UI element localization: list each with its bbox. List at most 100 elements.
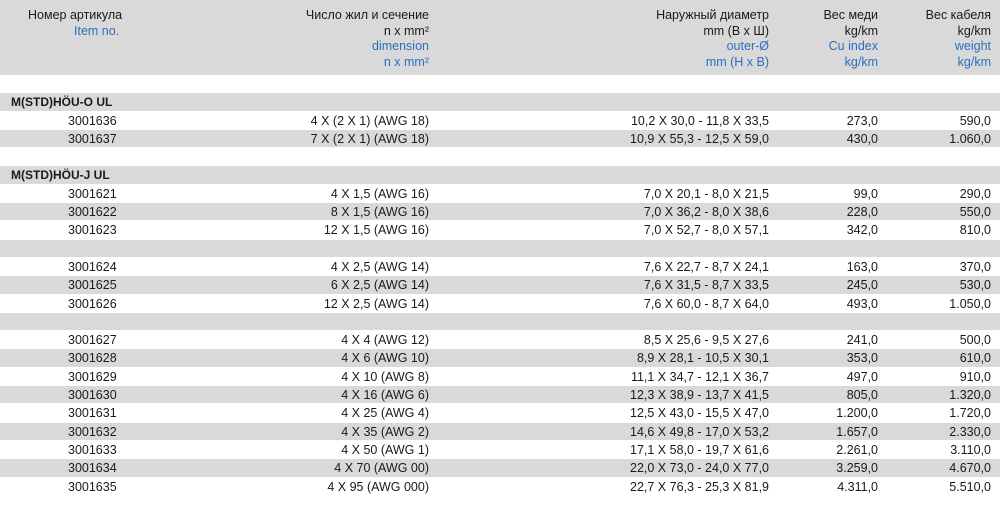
header-dimension: Число жил и сечение n x mm² dimension n …	[306, 8, 429, 70]
cu-index-cell: 3.259,0	[836, 461, 878, 476]
weight-cell: 500,0	[959, 333, 991, 348]
outer-diameter-cell: 10,2 X 30,0 - 11,8 X 33,5	[630, 113, 769, 128]
header-cu-en: Cu index	[828, 39, 878, 53]
dimension-cell: 4 X 35 (AWG 2)	[341, 424, 429, 439]
cu-index-cell: 273,0	[846, 113, 878, 128]
header-od-ru-unit: mm (В х Ш)	[703, 23, 769, 38]
cu-index-cell: 228,0	[846, 205, 878, 220]
header-wt-ru-unit: kg/km	[957, 23, 991, 38]
cu-index-cell: 430,0	[846, 131, 878, 146]
cu-index-cell: 163,0	[846, 259, 878, 274]
table-row: 3001629 4 X 10 (AWG 8) 11,1 X 34,7 - 12,1 …	[0, 367, 1000, 387]
outer-diameter-cell: 7,6 X 31,5 - 8,7 X 33,5	[643, 278, 769, 293]
dimension-cell: 4 X 1,5 (AWG 16)	[330, 186, 429, 201]
table-body: M(STD)HÖU-O UL 3001636 4 X (2 X 1) (AWG 18…	[0, 75, 1000, 496]
dimension-cell: 4 X 6 (AWG 10)	[341, 351, 429, 366]
item-no-cell: 3001637	[68, 131, 117, 146]
outer-diameter-cell: 14,6 X 49,8 - 17,0 X 53,2	[630, 424, 769, 439]
header-dimension-en: dimension	[372, 39, 429, 53]
weight-cell: 810,0	[959, 223, 991, 238]
outer-diameter-cell: 8,5 X 25,6 - 9,5 X 27,6	[643, 333, 769, 348]
cu-index-cell: 245,0	[846, 278, 878, 293]
dimension-cell: 12 X 2,5 (AWG 14)	[323, 296, 429, 311]
outer-diameter-cell: 7,0 X 36,2 - 8,0 X 38,6	[643, 205, 769, 220]
item-no-cell: 3001634	[68, 461, 117, 476]
item-no-cell: 3001627	[68, 333, 117, 348]
dimension-cell: 12 X 1,5 (AWG 16)	[323, 223, 429, 238]
table-row: 3001637 7 X (2 X 1) (AWG 18) 10,9 X 55,3 -…	[0, 129, 1000, 149]
weight-cell: 610,0	[959, 351, 991, 366]
dimension-cell: 4 X 4 (AWG 12)	[341, 333, 429, 348]
spacer-row	[0, 148, 1000, 167]
item-no-cell: 3001631	[68, 406, 117, 421]
weight-cell: 590,0	[959, 113, 991, 128]
header-od-en-unit: mm (H x B)	[705, 54, 769, 69]
cu-index-cell: 1.657,0	[836, 424, 878, 439]
item-no-cell: 3001625	[68, 278, 117, 293]
table-row: 3001635 4 X 95 (AWG 000) 22,7 X 76,3 - 25,…	[0, 477, 1000, 496]
group-title: M(STD)HÖU-J UL	[11, 168, 110, 183]
cu-index-cell: 353,0	[846, 351, 878, 366]
dimension-cell: 4 X 95 (AWG 000)	[327, 479, 429, 494]
weight-cell: 1.320,0	[949, 388, 991, 403]
outer-diameter-cell: 8,9 X 28,1 - 10,5 X 30,1	[636, 351, 769, 366]
outer-diameter-cell: 11,1 X 34,7 - 12,1 X 36,7	[630, 369, 769, 384]
table-row: 3001624 4 X 2,5 (AWG 14) 7,6 X 22,7 - 8,7 …	[0, 257, 1000, 277]
table-row: 3001636 4 X (2 X 1) (AWG 18) 10,2 X 30,0 -…	[0, 111, 1000, 130]
dimension-cell: 8 X 1,5 (AWG 16)	[330, 205, 429, 220]
cu-index-cell: 1.200,0	[836, 406, 878, 421]
group-header-row: M(STD)HÖU-O UL	[0, 93, 1000, 112]
dimension-cell: 4 X (2 X 1) (AWG 18)	[310, 113, 429, 128]
table-row: 3001634 4 X 70 (AWG 00) 22,0 X 73,0 - 24,0…	[0, 459, 1000, 478]
outer-diameter-cell: 17,1 X 58,0 - 19,7 X 61,6	[630, 442, 769, 457]
item-no-cell: 3001630	[68, 388, 117, 403]
dimension-cell: 7 X (2 X 1) (AWG 18)	[310, 131, 429, 146]
weight-cell: 2.330,0	[949, 424, 991, 439]
group-title: M(STD)HÖU-O UL	[11, 95, 113, 110]
weight-cell: 910,0	[959, 369, 991, 384]
outer-diameter-cell: 12,3 X 38,9 - 13,7 X 41,5	[630, 388, 769, 403]
item-no-cell: 3001624	[68, 259, 117, 274]
table-row: 3001633 4 X 50 (AWG 1) 17,1 X 58,0 - 19,7 …	[0, 440, 1000, 460]
dimension-cell: 4 X 50 (AWG 1)	[341, 442, 429, 457]
header-wt-en-unit: kg/km	[957, 54, 991, 69]
outer-diameter-cell: 22,7 X 76,3 - 25,3 X 81,9	[630, 479, 769, 494]
item-no-cell: 3001626	[68, 296, 117, 311]
outer-diameter-cell: 7,0 X 52,7 - 8,0 X 57,1	[643, 223, 769, 238]
table-row: 3001626 12 X 2,5 (AWG 14) 7,6 X 60,0 - 8,7…	[0, 294, 1000, 313]
header-cu-index: Вес меди kg/km Cu index kg/km	[823, 8, 878, 70]
cu-index-cell: 2.261,0	[836, 442, 878, 457]
cu-index-cell: 4.311,0	[837, 479, 878, 494]
table-row: 3001631 4 X 25 (AWG 4) 12,5 X 43,0 - 15,5 …	[0, 404, 1000, 423]
weight-cell: 3.110,0	[950, 442, 991, 457]
weight-cell: 370,0	[959, 259, 991, 274]
cu-index-cell: 805,0	[846, 388, 878, 403]
weight-cell: 4.670,0	[949, 461, 991, 476]
table-row: 3001632 4 X 35 (AWG 2) 14,6 X 49,8 - 17,0 …	[0, 422, 1000, 441]
header-item-no: Номер артикула Item no.	[28, 8, 122, 39]
header-cu-ru-unit: kg/km	[844, 23, 878, 38]
table-row: 3001627 4 X 4 (AWG 12) 8,5 X 25,6 - 9,5 X …	[0, 331, 1000, 350]
spacer-row	[0, 312, 1000, 332]
dimension-cell: 6 X 2,5 (AWG 14)	[330, 278, 429, 293]
group-header-row: M(STD)HÖU-J UL	[0, 166, 1000, 185]
header-dimension-ru-unit: n x mm²	[383, 23, 429, 38]
cu-index-cell: 497,0	[846, 369, 878, 384]
item-no-cell: 3001635	[68, 479, 117, 494]
outer-diameter-cell: 22,0 X 73,0 - 24,0 X 77,0	[630, 461, 769, 476]
dimension-cell: 4 X 25 (AWG 4)	[341, 406, 429, 421]
cu-index-cell: 241,0	[846, 333, 878, 348]
outer-diameter-cell: 7,6 X 60,0 - 8,7 X 64,0	[643, 296, 769, 311]
cu-index-cell: 99,0	[853, 186, 878, 201]
table-row: 3001630 4 X 16 (AWG 6) 12,3 X 38,9 - 13,7 …	[0, 386, 1000, 405]
weight-cell: 1.060,0	[949, 131, 991, 146]
table-header: Номер артикула Item no. Число жил и сече…	[0, 0, 1000, 75]
header-dimension-ru: Число жил и сечение	[305, 8, 429, 22]
header-cu-ru: Вес меди	[823, 8, 878, 22]
header-dimension-en-unit: n x mm²	[383, 54, 429, 69]
spacer-row	[0, 239, 1000, 258]
spacer-row	[0, 75, 1000, 94]
table-row: 3001621 4 X 1,5 (AWG 16) 7,0 X 20,1 - 8,0 …	[0, 184, 1000, 204]
dimension-cell: 4 X 70 (AWG 00)	[334, 461, 429, 476]
outer-diameter-cell: 7,6 X 22,7 - 8,7 X 24,1	[643, 259, 769, 274]
